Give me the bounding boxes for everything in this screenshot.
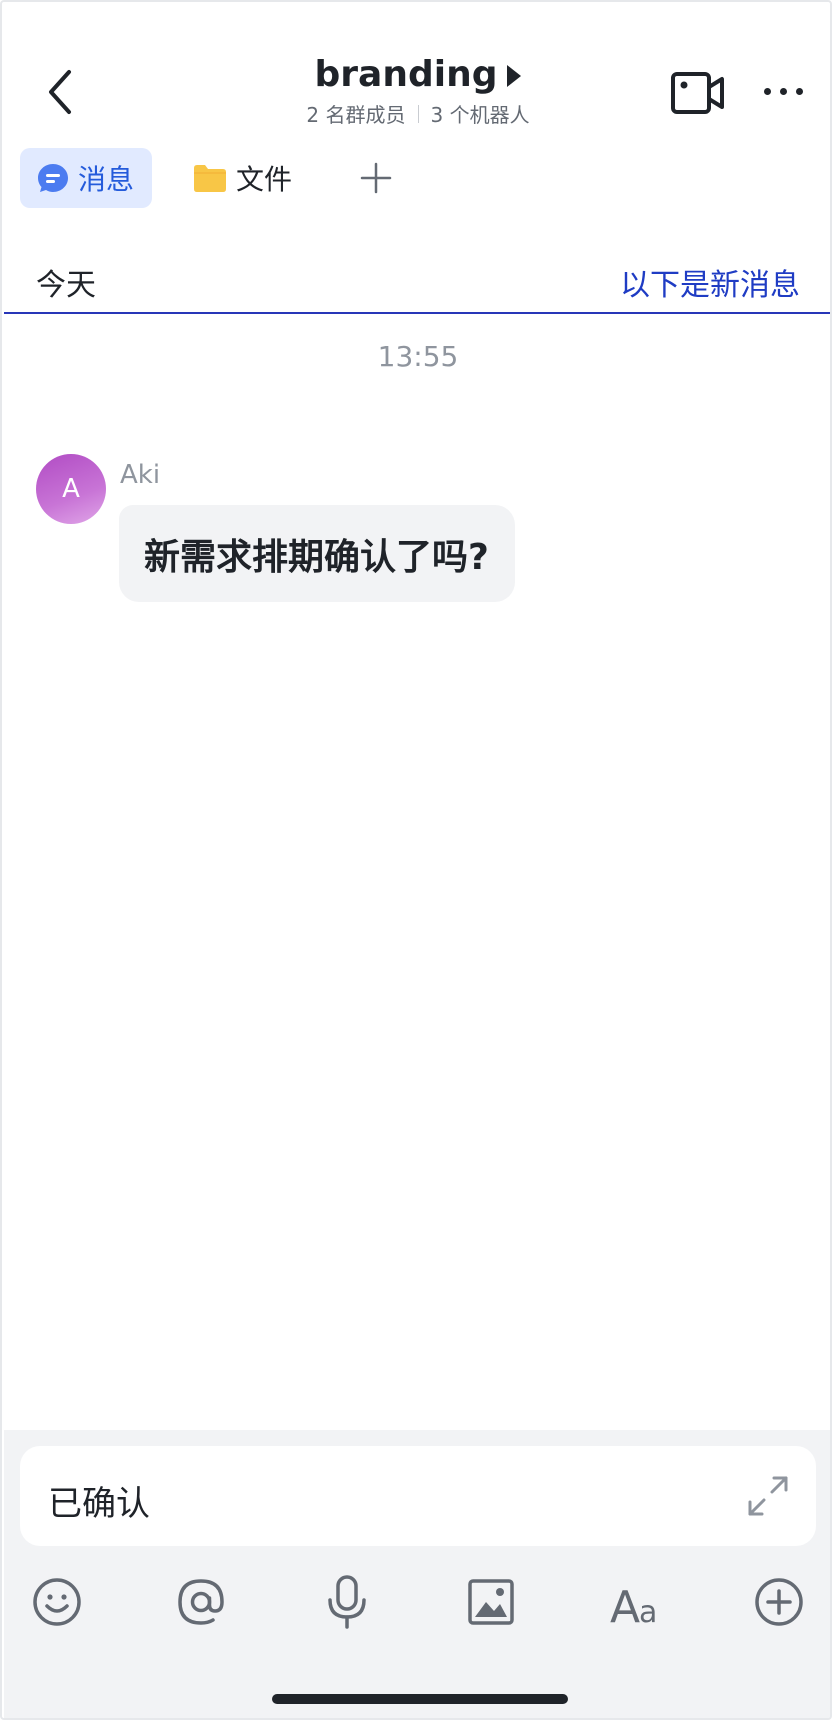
- video-call-button[interactable]: [670, 68, 726, 118]
- message-text: 新需求排期确认了吗?: [144, 536, 489, 578]
- emoji-button[interactable]: [28, 1572, 86, 1632]
- plus-circle-icon: [755, 1578, 803, 1626]
- svg-text:a: a: [639, 1595, 657, 1628]
- text-format-icon: A a: [610, 1582, 657, 1628]
- composer-area: 已确认 A a: [4, 1430, 830, 1718]
- image-button[interactable]: [462, 1572, 520, 1632]
- member-count: 2 名群成员: [306, 103, 406, 127]
- chat-header: branding 2 名群成员 3 个机器人: [2, 2, 830, 142]
- dot: [779, 87, 787, 95]
- avatar-initial: A: [62, 474, 80, 504]
- subtitle-divider: [417, 104, 419, 123]
- emoji-icon: [33, 1578, 81, 1626]
- chat-title[interactable]: branding: [315, 54, 498, 95]
- expand-icon: [748, 1476, 788, 1516]
- avatar[interactable]: A: [36, 454, 106, 524]
- date-label: 今天: [36, 268, 96, 303]
- chat-bubble-icon: [38, 164, 68, 192]
- image-icon: [468, 1579, 514, 1625]
- chat-subtitle: 2 名群成员 3 个机器人: [306, 99, 529, 128]
- new-messages-label[interactable]: 以下是新消息: [620, 260, 800, 304]
- composer-toolbar: A a: [4, 1572, 830, 1636]
- tab-messages-label: 消息: [78, 163, 135, 196]
- plus-icon: [360, 162, 392, 194]
- tab-files-label: 文件: [236, 163, 293, 196]
- home-indicator[interactable]: [272, 1694, 568, 1704]
- chat-screen: branding 2 名群成员 3 个机器人 消息 文件 今天 以下是新消息 1…: [0, 0, 832, 1720]
- play-triangle-icon[interactable]: [507, 64, 522, 87]
- mention-button[interactable]: [172, 1572, 230, 1632]
- folder-icon: [194, 165, 227, 192]
- expand-button[interactable]: [746, 1474, 790, 1518]
- add-tab-button[interactable]: [346, 148, 406, 208]
- at-icon: [178, 1579, 224, 1625]
- more-dots-icon[interactable]: [758, 76, 808, 106]
- microphone-icon: [328, 1575, 366, 1629]
- message-input-value[interactable]: 已确认: [48, 1476, 150, 1525]
- dot: [795, 87, 803, 95]
- dot: [763, 87, 771, 95]
- new-message-divider: 今天 以下是新消息: [4, 252, 830, 314]
- chat-tabs: 消息 文件: [20, 148, 406, 208]
- message-input[interactable]: 已确认: [20, 1446, 816, 1546]
- svg-text:A: A: [610, 1582, 640, 1628]
- more-actions-button[interactable]: [750, 1572, 808, 1632]
- message-bubble[interactable]: 新需求排期确认了吗?: [119, 505, 515, 602]
- format-button[interactable]: A a: [608, 1572, 666, 1632]
- bot-count: 3 个机器人: [430, 103, 530, 127]
- tab-messages[interactable]: 消息: [20, 148, 153, 208]
- tab-files[interactable]: 文件: [176, 148, 310, 208]
- video-camera-icon: [671, 72, 724, 114]
- sender-name[interactable]: Aki: [120, 460, 160, 490]
- voice-button[interactable]: [318, 1572, 376, 1632]
- message-timestamp: 13:55: [377, 340, 459, 373]
